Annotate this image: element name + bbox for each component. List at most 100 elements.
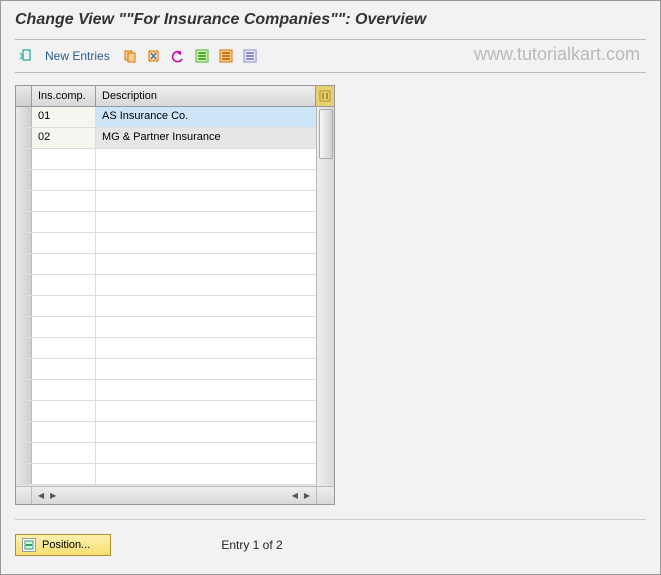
row-selector[interactable] [16, 191, 32, 211]
row-selector[interactable] [16, 233, 32, 253]
row-selector[interactable] [16, 317, 32, 337]
scroll-left-end-icon[interactable]: ◀ [290, 491, 300, 500]
scroll-right-icon[interactable]: ▶ [48, 491, 58, 500]
cell-description[interactable] [96, 317, 316, 337]
row-selector[interactable] [16, 380, 32, 400]
table-row[interactable] [16, 464, 316, 485]
page-title: Change View ""For Insurance Companies"":… [15, 11, 646, 29]
row-selector[interactable] [16, 149, 32, 169]
row-selector[interactable] [16, 254, 32, 274]
table-rows: 01AS Insurance Co.02MG & Partner Insuran… [16, 107, 316, 486]
cell-code[interactable] [32, 401, 96, 421]
row-selector[interactable] [16, 107, 32, 127]
table-row[interactable] [16, 254, 316, 275]
cell-code[interactable] [32, 464, 96, 484]
cell-code[interactable] [32, 254, 96, 274]
row-selector[interactable] [16, 212, 32, 232]
copy-icon[interactable] [120, 46, 140, 66]
cell-code[interactable] [32, 443, 96, 463]
column-header-description[interactable]: Description [96, 86, 316, 106]
cell-description[interactable] [96, 464, 316, 484]
scroll-right-end-icon[interactable]: ▶ [302, 491, 312, 500]
cell-description[interactable] [96, 338, 316, 358]
hscroll-track[interactable] [62, 487, 285, 504]
cell-description[interactable] [96, 359, 316, 379]
table-row[interactable] [16, 401, 316, 422]
row-selector[interactable] [16, 296, 32, 316]
vertical-scrollbar-thumb[interactable] [319, 109, 333, 159]
select-block-icon[interactable] [216, 46, 236, 66]
toggle-display-icon[interactable] [15, 46, 35, 66]
cell-description[interactable] [96, 254, 316, 274]
vertical-scrollbar[interactable] [316, 107, 334, 486]
cell-code[interactable] [32, 233, 96, 253]
cell-description[interactable] [96, 212, 316, 232]
cell-code[interactable] [32, 170, 96, 190]
table-row[interactable] [16, 212, 316, 233]
cell-description[interactable] [96, 149, 316, 169]
cell-code[interactable] [32, 317, 96, 337]
row-selector[interactable] [16, 170, 32, 190]
cell-description[interactable] [96, 191, 316, 211]
footer: Position... Entry 1 of 2 [15, 534, 646, 556]
row-selector[interactable] [16, 443, 32, 463]
horizontal-scrollbar: ◀ ▶ ◀ ▶ [16, 486, 334, 504]
scroll-left-icon[interactable]: ◀ [36, 491, 46, 500]
cell-code[interactable] [32, 359, 96, 379]
table-row[interactable] [16, 359, 316, 380]
cell-description[interactable] [96, 296, 316, 316]
toolbar-separator [15, 72, 646, 73]
cell-description[interactable] [96, 443, 316, 463]
cell-code[interactable]: 02 [32, 128, 96, 148]
hscroll-corner [316, 487, 334, 504]
cell-description[interactable] [96, 170, 316, 190]
row-selector[interactable] [16, 275, 32, 295]
table-row[interactable] [16, 317, 316, 338]
table-row[interactable] [16, 149, 316, 170]
cell-code[interactable] [32, 149, 96, 169]
select-all-icon[interactable] [192, 46, 212, 66]
table-row[interactable] [16, 275, 316, 296]
position-icon [22, 538, 36, 552]
row-selector[interactable] [16, 338, 32, 358]
table-row[interactable] [16, 233, 316, 254]
cell-code[interactable] [32, 296, 96, 316]
cell-description[interactable]: AS Insurance Co. [96, 107, 316, 127]
cell-description[interactable] [96, 401, 316, 421]
column-header-code[interactable]: Ins.comp. [32, 86, 96, 106]
cell-description[interactable] [96, 422, 316, 442]
configure-columns-icon[interactable] [316, 86, 334, 106]
table-row[interactable] [16, 170, 316, 191]
delete-icon[interactable] [144, 46, 164, 66]
cell-description[interactable] [96, 275, 316, 295]
table-row[interactable] [16, 443, 316, 464]
table-row[interactable] [16, 380, 316, 401]
row-selector[interactable] [16, 401, 32, 421]
table-row[interactable] [16, 191, 316, 212]
cell-code[interactable] [32, 380, 96, 400]
row-selector[interactable] [16, 464, 32, 484]
header-selector-column[interactable] [16, 86, 32, 106]
row-selector[interactable] [16, 128, 32, 148]
cell-description[interactable]: MG & Partner Insurance [96, 128, 316, 148]
deselect-all-icon[interactable] [240, 46, 260, 66]
table-row[interactable] [16, 296, 316, 317]
new-entries-button[interactable]: New Entries [45, 49, 110, 63]
table-row[interactable]: 01AS Insurance Co. [16, 107, 316, 128]
position-button[interactable]: Position... [15, 534, 111, 556]
cell-description[interactable] [96, 233, 316, 253]
cell-code[interactable] [32, 191, 96, 211]
table-row[interactable] [16, 338, 316, 359]
row-selector[interactable] [16, 422, 32, 442]
cell-code[interactable] [32, 422, 96, 442]
cell-description[interactable] [96, 380, 316, 400]
cell-code[interactable] [32, 338, 96, 358]
cell-code[interactable] [32, 212, 96, 232]
cell-code[interactable] [32, 275, 96, 295]
toolbar: New Entries www.tutorialkart.com [1, 40, 660, 72]
undo-icon[interactable] [168, 46, 188, 66]
table-row[interactable]: 02MG & Partner Insurance [16, 128, 316, 149]
table-row[interactable] [16, 422, 316, 443]
row-selector[interactable] [16, 359, 32, 379]
cell-code[interactable]: 01 [32, 107, 96, 127]
